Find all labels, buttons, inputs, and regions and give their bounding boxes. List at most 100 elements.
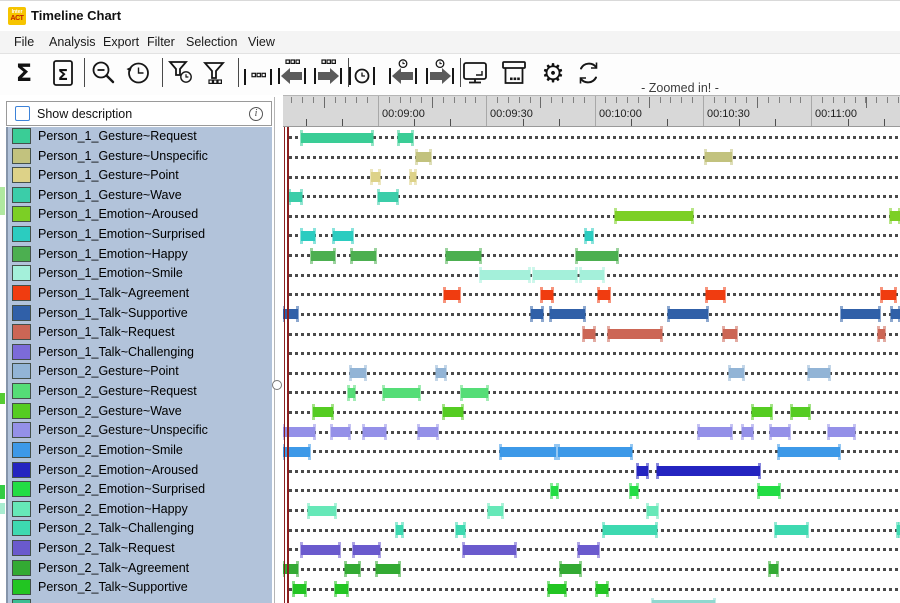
event-bar[interactable] [668,309,708,319]
event-bar[interactable] [603,525,657,535]
event-bar[interactable] [283,309,298,319]
event-bar[interactable] [596,584,608,594]
event-bar[interactable] [289,192,302,202]
track-row[interactable]: Person_1_Gesture~Request [8,127,272,147]
event-bar[interactable] [878,329,885,339]
event-bar[interactable] [301,545,340,555]
toolbar-filter-time-icon[interactable] [166,56,200,90]
event-bar[interactable] [293,584,306,594]
event-bar[interactable] [723,329,737,339]
toolbar-prev-event-icon[interactable] [275,56,309,90]
track-row[interactable]: Person_1_Talk~Supportive [8,304,272,324]
track-row[interactable]: Person_2_Gesture~Request [8,382,272,402]
event-bar[interactable] [551,486,558,496]
event-bar[interactable] [615,211,693,221]
event-bar[interactable] [436,368,446,378]
toolbar-event-marker-icon[interactable] [241,56,275,90]
track-row[interactable]: Person_1_Emotion~Happy [8,245,272,265]
event-bar[interactable] [396,525,403,535]
toolbar-sum-icon[interactable]: Σ [9,56,43,90]
event-bar[interactable] [560,564,581,574]
toolbar-monitor-icon[interactable] [460,56,494,90]
event-bar[interactable] [657,466,760,476]
event-bar[interactable] [463,545,516,555]
event-bar[interactable] [371,172,380,182]
event-bar[interactable] [808,368,830,378]
event-bar[interactable] [769,564,778,574]
event-bar[interactable] [345,564,360,574]
event-bar[interactable] [480,270,530,280]
event-bar[interactable] [350,368,366,378]
event-bar[interactable] [828,427,855,437]
track-row[interactable]: Person_2_Gesture~Unspecific [8,421,272,441]
event-bar[interactable] [378,192,398,202]
event-bar[interactable] [778,447,840,457]
event-bar[interactable] [698,427,732,437]
track-row[interactable]: Person_1_Talk~Challenging [8,343,272,363]
event-bar[interactable] [376,564,400,574]
event-bar[interactable] [446,251,481,261]
event-bar[interactable] [353,545,380,555]
event-bar[interactable] [383,388,420,398]
event-bar[interactable] [461,388,488,398]
event-bar[interactable] [416,152,431,162]
toolbar-time-marker-icon[interactable] [345,56,379,90]
event-bar[interactable] [410,172,416,182]
menu-filter[interactable]: Filter [143,31,179,53]
event-bar[interactable] [541,290,553,300]
event-bar[interactable] [418,427,438,437]
event-bar[interactable] [531,309,543,319]
splitter[interactable] [274,97,275,603]
event-bar[interactable] [548,584,566,594]
track-row[interactable]: Person_1_Gesture~Point [8,166,272,186]
track-list[interactable]: Person_1_Gesture~RequestPerson_1_Gesture… [6,127,272,603]
menu-selection[interactable]: Selection [182,31,241,53]
event-bar[interactable] [443,407,463,417]
event-bar[interactable] [775,525,808,535]
menu-file[interactable]: File [10,31,38,53]
info-icon[interactable]: i [249,107,263,121]
event-bar[interactable] [363,427,386,437]
menu-view[interactable]: View [244,31,279,53]
track-row[interactable]: Person_2_Talk~Supportive [8,578,272,598]
track-row[interactable]: Person_1_Talk~Request [8,323,272,343]
event-bar[interactable] [608,329,662,339]
event-bar[interactable] [758,486,780,496]
track-row[interactable]: Person_2_Gesture~Point [8,362,272,382]
event-bar[interactable] [500,447,556,457]
event-bar[interactable] [444,290,460,300]
menu-export[interactable]: Export [99,31,143,53]
event-bar[interactable] [706,290,725,300]
toolbar-prev-time-icon[interactable] [386,56,420,90]
track-row[interactable]: Person_2_Emotion~Aroused [8,461,272,481]
event-bar[interactable] [301,133,373,143]
event-bar[interactable] [335,584,348,594]
event-bar[interactable] [578,545,599,555]
track-row[interactable]: Person_2_Emotion~Happy [8,500,272,520]
track-row[interactable]: Person_1_Talk~Agreement [8,284,272,304]
event-bar[interactable] [705,152,732,162]
event-bar[interactable] [331,427,350,437]
event-bar[interactable] [351,251,376,261]
toolbar-history-icon[interactable] [123,56,157,90]
event-bar[interactable] [583,329,595,339]
event-bar[interactable] [637,466,648,476]
event-bar[interactable] [585,231,593,241]
track-row[interactable]: Person_2_Emotion~Surprised [8,480,272,500]
event-bar[interactable] [456,525,465,535]
track-row[interactable]: Person_1_Gesture~Unspecific [8,147,272,167]
toolbar-zoom-out-icon[interactable] [88,56,122,90]
toolbar-filter-icon[interactable] [200,56,234,90]
event-bar[interactable] [398,133,413,143]
event-bar[interactable] [558,447,632,457]
time-ruler[interactable]: 00:09:0000:09:3000:10:0000:10:3000:11:00 [283,95,900,127]
timeline-chart-area[interactable] [283,127,900,603]
event-bar[interactable] [333,231,353,241]
event-bar[interactable] [630,486,638,496]
event-bar[interactable] [752,407,772,417]
event-bar[interactable] [580,270,604,280]
toolbar-report-sum-icon[interactable]: Σ [48,56,82,90]
menu-analysis[interactable]: Analysis [45,31,100,53]
track-row[interactable]: Person_2_Talk~Challenging [8,519,272,539]
track-row[interactable]: Person_2_Talk~Request [8,539,272,559]
